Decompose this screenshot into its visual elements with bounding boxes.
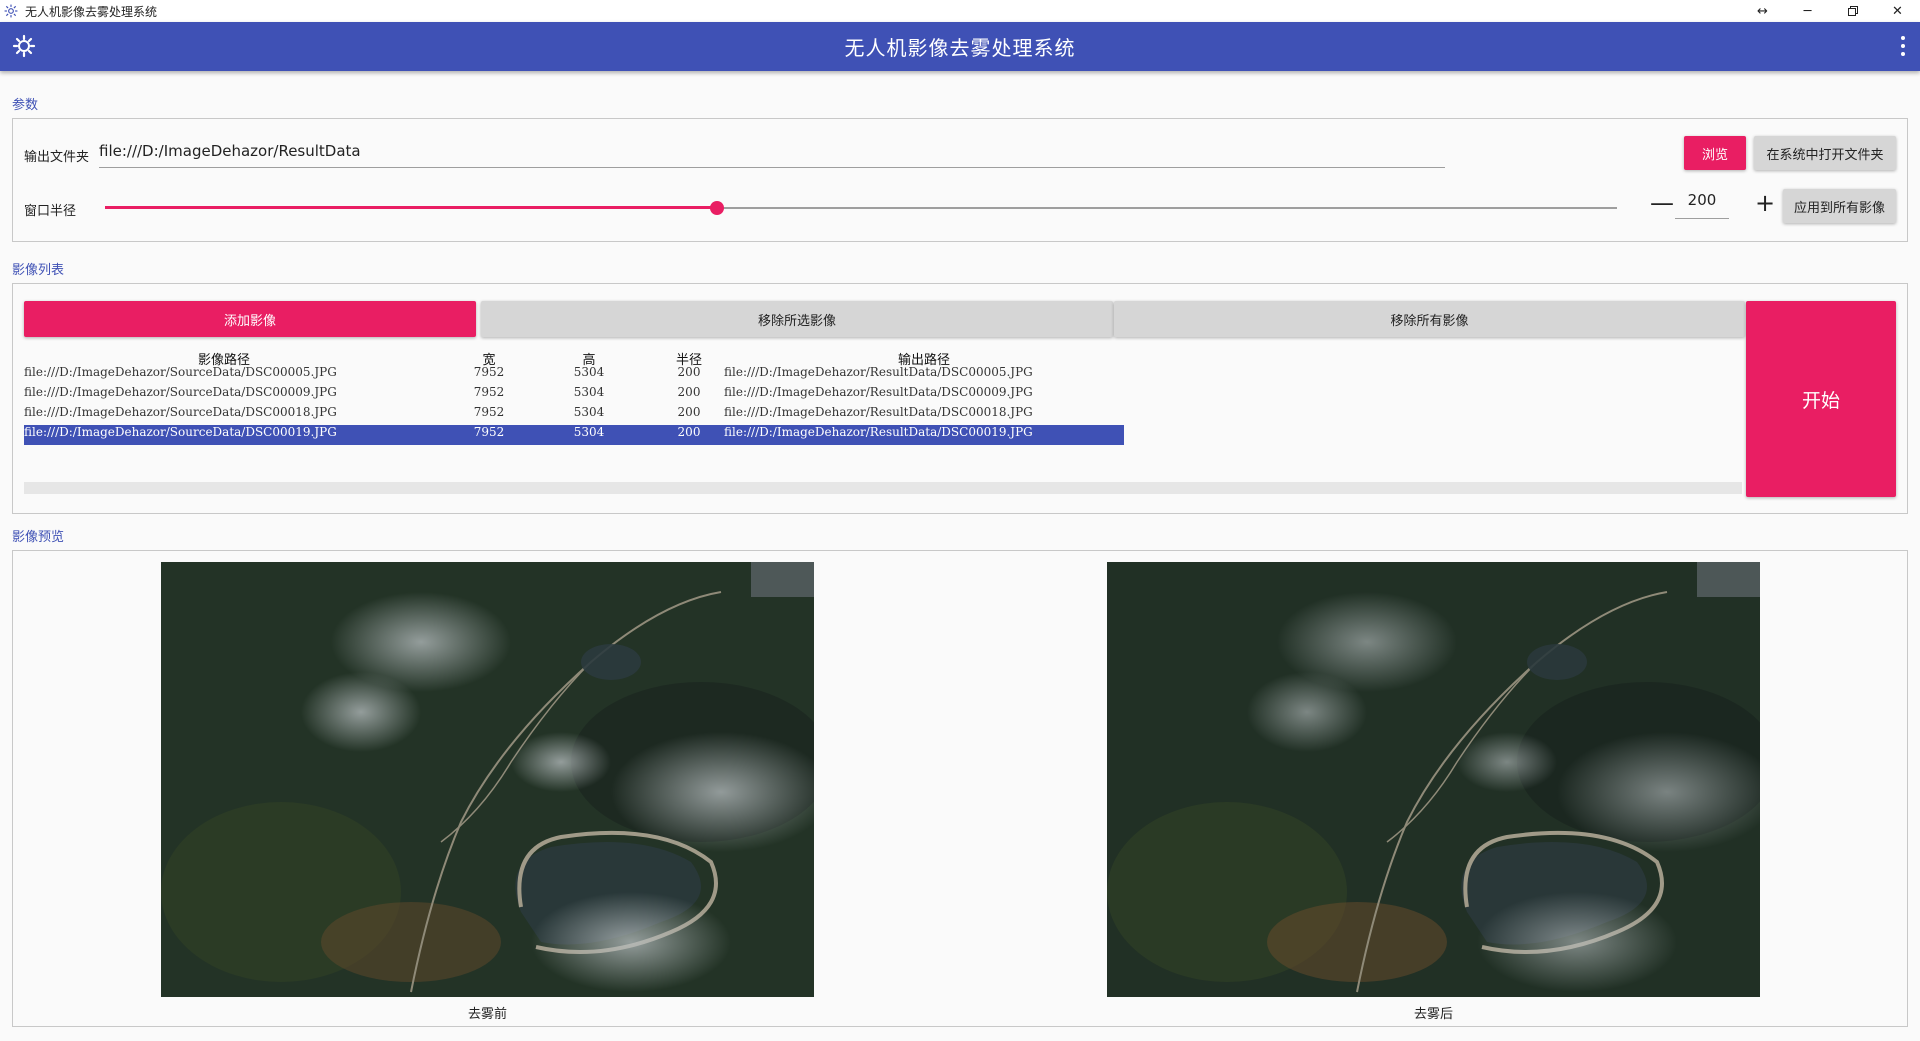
- window-radius-label: 窗口半径: [24, 204, 77, 219]
- close-icon[interactable]: ✕: [1875, 0, 1920, 22]
- remove-all-button[interactable]: 移除所有影像: [1114, 301, 1745, 337]
- more-options-icon[interactable]: [1900, 34, 1906, 58]
- before-dehaze-image: [161, 562, 814, 997]
- minimize-icon[interactable]: ─: [1785, 0, 1830, 22]
- table-header: 影像路径 宽 高 半径 输出路径: [24, 349, 1124, 368]
- remove-selected-button[interactable]: 移除所选影像: [481, 301, 1113, 337]
- app-gear-icon: [3, 3, 19, 19]
- image-list-section-label: 影像列表: [12, 263, 65, 278]
- after-caption: 去雾后: [1413, 1007, 1453, 1022]
- preview-section-label: 影像预览: [12, 530, 65, 545]
- window-titlebar: 无人机影像去雾处理系统 ↔ ─ ✕: [0, 0, 1920, 22]
- app-title: 无人机影像去雾处理系统: [844, 36, 1076, 60]
- image-list-group: 添加影像 移除所选影像 移除所有影像 开始 影像路径 宽 高 半径 输出路径 f…: [12, 283, 1908, 514]
- apply-to-all-button[interactable]: 应用到所有影像: [1783, 189, 1896, 223]
- output-folder-input[interactable]: file:///D:/ImageDehazor/ResultData: [99, 136, 1445, 168]
- decrement-button[interactable]: —: [1648, 189, 1676, 217]
- open-in-system-button[interactable]: 在系统中打开文件夹: [1754, 136, 1896, 170]
- preview-group: 去雾前 去雾后: [12, 550, 1908, 1027]
- app-bar: 无人机影像去雾处理系统: [0, 22, 1920, 71]
- after-dehaze-image: [1107, 562, 1760, 997]
- browse-button[interactable]: 浏览: [1684, 136, 1746, 170]
- table-row-selected[interactable]: file:///D:/ImageDehazor/SourceData/DSC00…: [24, 425, 1124, 445]
- table-row[interactable]: file:///D:/ImageDehazor/SourceData/DSC00…: [24, 405, 1124, 425]
- params-group: 输出文件夹 file:///D:/ImageDehazor/ResultData…: [12, 118, 1908, 242]
- add-image-button[interactable]: 添加影像: [24, 301, 476, 337]
- resize-icon[interactable]: ↔: [1740, 0, 1785, 22]
- table-row[interactable]: file:///D:/ImageDehazor/SourceData/DSC00…: [24, 385, 1124, 405]
- slider-fill: [105, 206, 718, 209]
- before-caption: 去雾前: [467, 1007, 507, 1022]
- window-radius-slider[interactable]: [105, 199, 1617, 217]
- window-radius-value[interactable]: 200: [1675, 191, 1729, 219]
- restore-icon[interactable]: [1830, 0, 1875, 22]
- settings-icon[interactable]: [12, 34, 36, 58]
- window-title: 无人机影像去雾处理系统: [25, 4, 158, 19]
- params-section-label: 参数: [12, 98, 39, 113]
- start-button[interactable]: 开始: [1746, 301, 1896, 497]
- image-table: 影像路径 宽 高 半径 输出路径 file:///D:/ImageDehazor…: [24, 349, 1124, 445]
- horizontal-scrollbar[interactable]: [24, 482, 1742, 494]
- increment-button[interactable]: +: [1751, 189, 1779, 217]
- table-row[interactable]: file:///D:/ImageDehazor/SourceData/DSC00…: [24, 365, 1124, 385]
- output-folder-label: 输出文件夹: [24, 150, 90, 165]
- slider-thumb[interactable]: [710, 201, 725, 215]
